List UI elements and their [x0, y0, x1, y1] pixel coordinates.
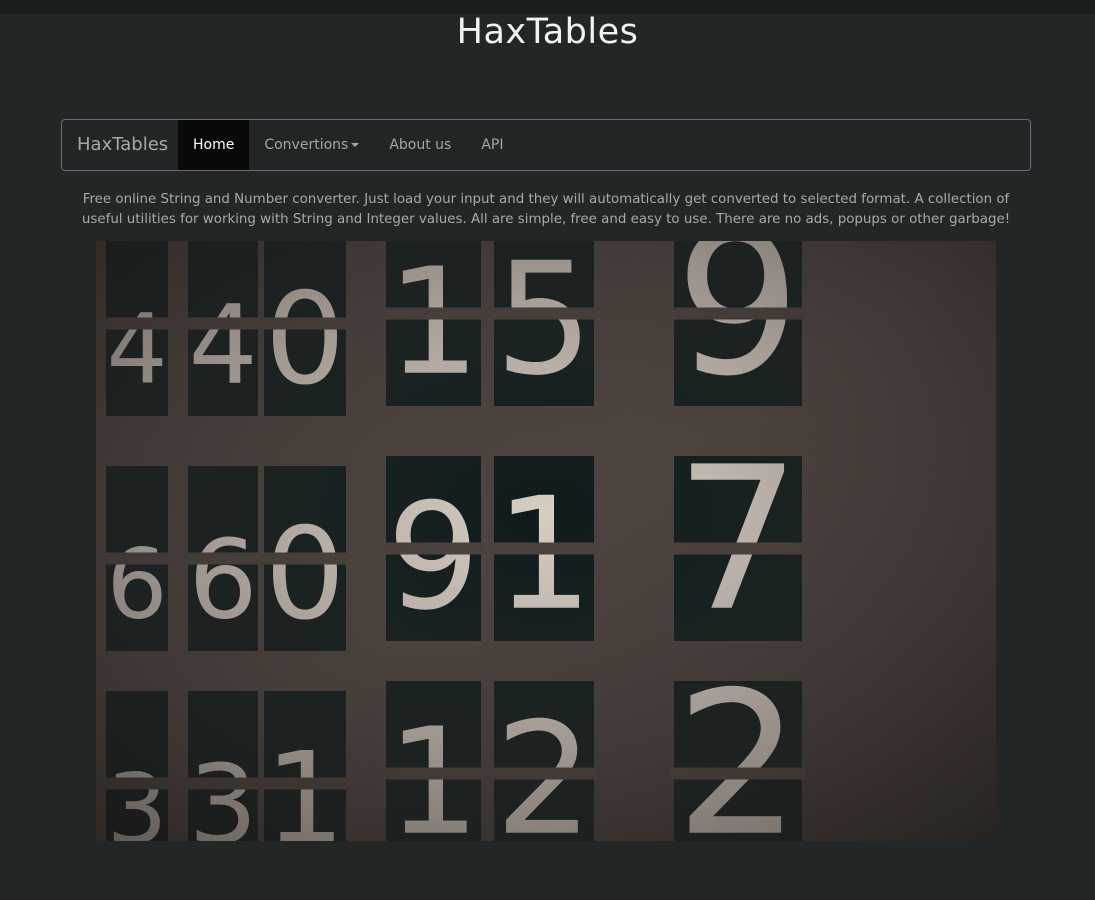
nav-item-home-label: Home	[193, 137, 235, 153]
hero-image: 440159660917331122	[96, 241, 996, 841]
nav-item-home[interactable]: Home	[178, 120, 250, 170]
nav-list: Home Convertions About us API	[178, 120, 519, 170]
navbar: HaxTables Home Convertions About us API	[61, 119, 1031, 171]
hero-numbers-photo: 440159660917331122	[96, 241, 996, 841]
nav-item-about-us-label: About us	[389, 137, 452, 153]
caret-down-icon	[351, 143, 360, 147]
site-title: HaxTables	[456, 12, 639, 52]
navbar-brand[interactable]: HaxTables	[77, 120, 168, 170]
nav-item-api[interactable]: API	[466, 120, 518, 170]
intro-text: Free online String and Number converter.…	[81, 192, 1011, 227]
nav-item-about-us[interactable]: About us	[374, 120, 466, 170]
nav-item-api-label: API	[481, 137, 504, 153]
nav-item-convertions-label: Convertions	[264, 137, 349, 153]
nav-item-convertions-dropdown[interactable]: Convertions	[249, 120, 374, 170]
